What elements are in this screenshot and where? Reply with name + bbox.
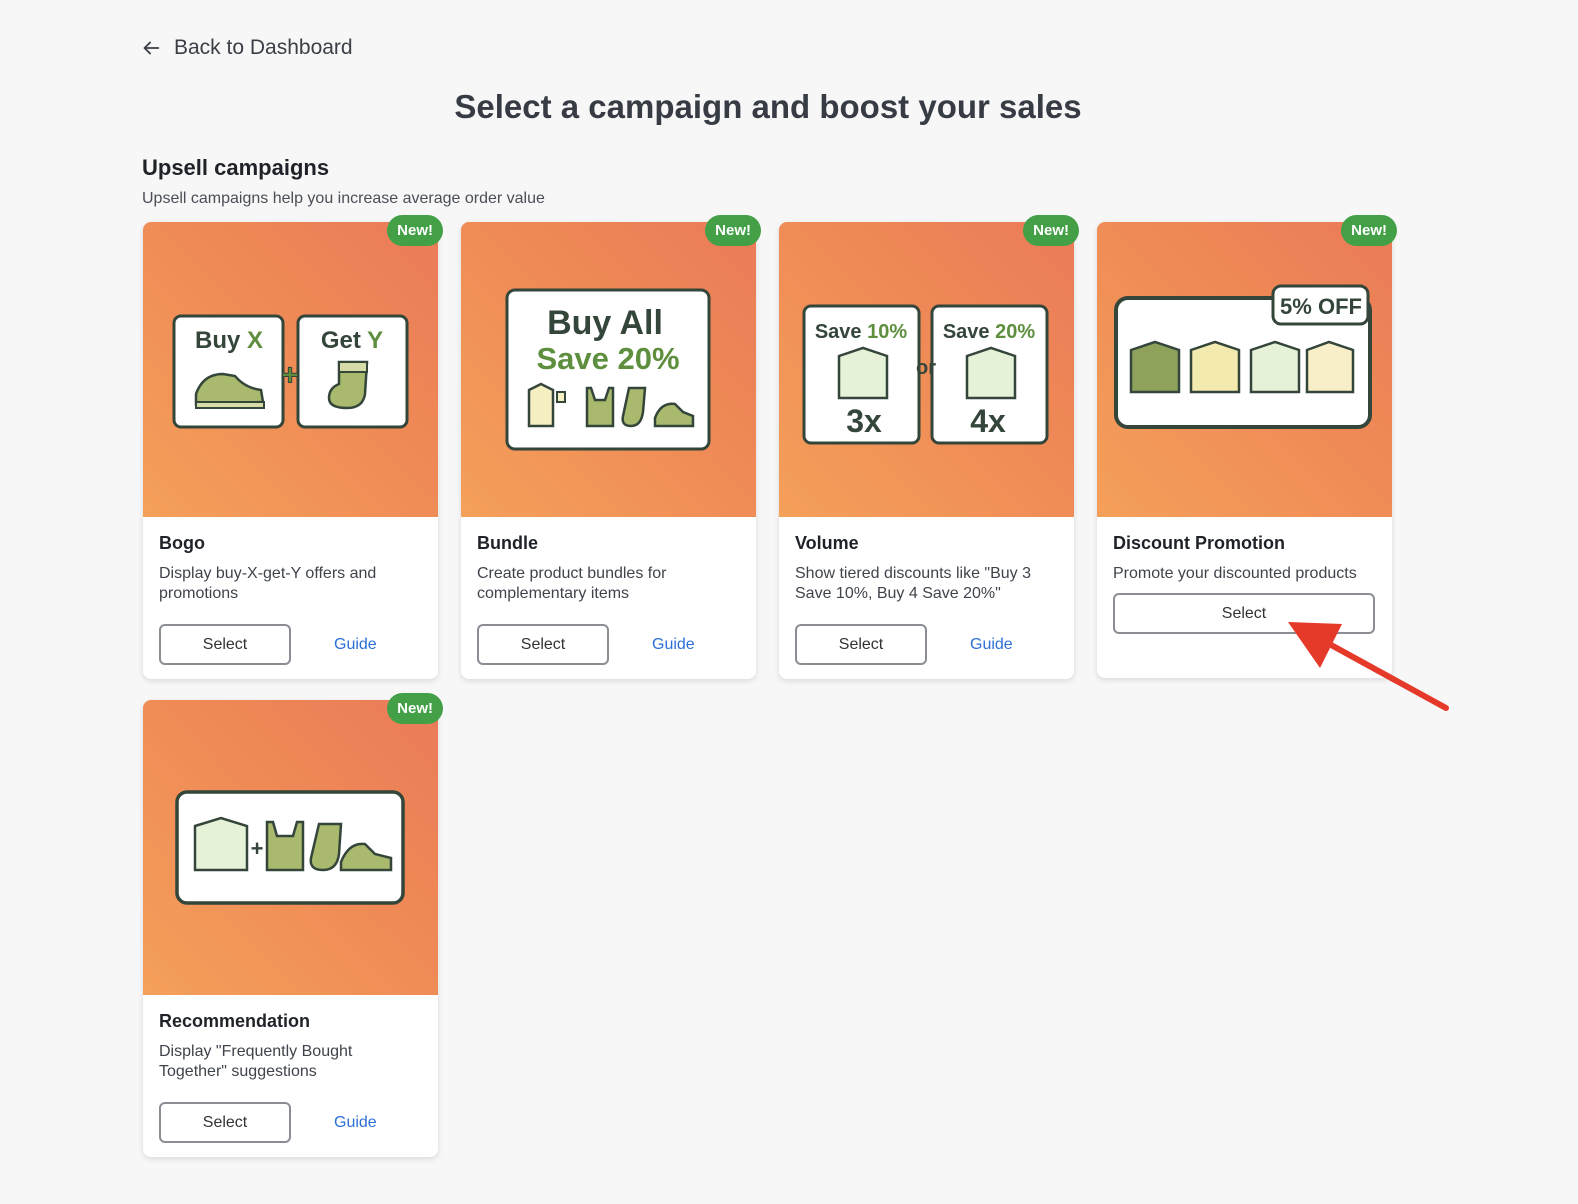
campaign-card-bundle: New! Buy All Save 20% Bundle Create prod… xyxy=(461,215,761,679)
svg-text:5% OFF: 5% OFF xyxy=(1280,294,1362,319)
guide-link[interactable]: Guide xyxy=(334,1114,377,1132)
campaign-card-volume: New! Save 10% Save 20% or 3x 4x Volume S… xyxy=(779,215,1079,679)
card-title: Bogo xyxy=(159,533,205,553)
card-illustration: 5% OFF xyxy=(1097,222,1392,517)
svg-text:Save 20%: Save 20% xyxy=(536,341,679,376)
card-description: Promote your discounted products xyxy=(1113,565,1357,582)
card-description: Show tiered discounts like "Buy 3 Save 1… xyxy=(795,565,1032,602)
svg-text:Get Y: Get Y xyxy=(321,327,383,354)
campaign-card-bogo: New! Buy X Get Y + Bogo Display buy-X-ge… xyxy=(143,215,443,679)
svg-text:Save 10%: Save 10% xyxy=(815,321,908,343)
card-title: Bundle xyxy=(477,533,538,553)
back-label: Back to Dashboard xyxy=(174,36,353,59)
card-illustration: + xyxy=(143,700,438,995)
page-title: Select a campaign and boost your sales xyxy=(454,88,1082,125)
arrow-left-icon xyxy=(143,41,160,55)
card-illustration: Buy X Get Y + xyxy=(143,222,438,517)
svg-text:Buy All: Buy All xyxy=(547,304,663,342)
annotation-arrow-icon xyxy=(1288,622,1449,711)
svg-text:4x: 4x xyxy=(970,403,1006,439)
svg-text:+: + xyxy=(251,836,264,861)
section-title: Upsell campaigns xyxy=(142,155,330,180)
card-illustration: Save 10% Save 20% or 3x 4x xyxy=(779,222,1074,517)
card-description: Display "Frequently Bought Together" sug… xyxy=(159,1043,353,1080)
select-button[interactable]: Select xyxy=(159,624,291,665)
volume-illustration: Save 10% Save 20% or 3x 4x xyxy=(802,304,1049,445)
svg-text:Save 20%: Save 20% xyxy=(943,321,1036,343)
card-title: Volume xyxy=(795,533,859,553)
svg-text:3x: 3x xyxy=(846,403,882,439)
new-badge: New! xyxy=(705,215,761,246)
card-description: Display buy-X-get-Y offers and promotion… xyxy=(159,565,377,602)
bogo-illustration: Buy X Get Y + xyxy=(172,314,409,429)
card-illustration: Buy All Save 20% xyxy=(461,222,756,517)
svg-text:or: or xyxy=(916,357,936,379)
guide-link[interactable]: Guide xyxy=(652,636,695,654)
back-to-dashboard-link[interactable]: Back to Dashboard xyxy=(140,36,353,60)
new-badge: New! xyxy=(1023,215,1079,246)
guide-link[interactable]: Guide xyxy=(970,636,1013,654)
svg-text:Buy X: Buy X xyxy=(195,327,263,354)
recommendation-illustration: + xyxy=(175,790,405,905)
new-badge: New! xyxy=(387,693,443,724)
select-button[interactable]: Select xyxy=(477,624,609,665)
guide-link[interactable]: Guide xyxy=(334,636,377,654)
discount-illustration: 5% OFF xyxy=(1114,284,1372,429)
campaign-card-recommendation: New! + Recommendation Display "Frequentl… xyxy=(143,693,443,1157)
card-description: Create product bundles for complementary… xyxy=(477,565,667,602)
select-button[interactable]: Select xyxy=(795,624,927,665)
new-badge: New! xyxy=(1341,215,1397,246)
bundle-illustration: Buy All Save 20% xyxy=(505,288,711,451)
card-title: Recommendation xyxy=(159,1011,311,1031)
select-button[interactable]: Select xyxy=(159,1102,291,1143)
svg-text:+: + xyxy=(281,359,299,392)
section-subtitle: Upsell campaigns help you increase avera… xyxy=(142,190,545,207)
card-title: Discount Promotion xyxy=(1113,533,1285,553)
new-badge: New! xyxy=(387,215,443,246)
